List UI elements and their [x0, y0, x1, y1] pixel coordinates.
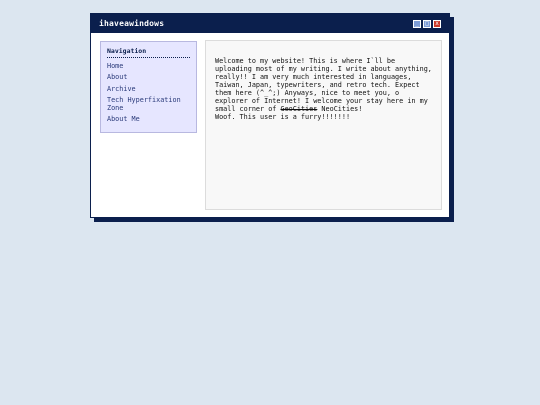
neocities-text: NeoCities!	[317, 105, 363, 113]
minimize-button[interactable]: _	[413, 19, 421, 28]
nav-link-tech-hyperfixation-zone[interactable]: Tech Hyperfixation Zone	[107, 96, 190, 112]
navigation-sidebar: Navigation Home About Archive Tech Hyper…	[100, 41, 197, 133]
window-content: Navigation Home About Archive Tech Hyper…	[91, 33, 449, 217]
navigation-heading: Navigation	[107, 47, 190, 58]
navigation-list: Home About Archive Tech Hyperfixation Zo…	[107, 62, 190, 123]
main-content-panel: Welcome to my website! This is where I`l…	[205, 40, 442, 210]
furry-line: Woof. This user is a furry!!!!!!!	[215, 113, 351, 121]
website-window: ihaveawindows _ □ x Navigation Home Abou…	[90, 13, 450, 218]
strikethrough-geocities: GeoCities	[280, 105, 318, 113]
window-controls: _ □ x	[413, 19, 441, 28]
intro-paragraph: Welcome to my website! This is where I`l…	[215, 57, 433, 113]
nav-link-about-me[interactable]: About Me	[107, 115, 190, 123]
window-title: ihaveawindows	[99, 19, 165, 28]
maximize-button[interactable]: □	[423, 19, 431, 28]
nav-link-home[interactable]: Home	[107, 62, 190, 70]
close-button[interactable]: x	[433, 19, 441, 28]
window-titlebar[interactable]: ihaveawindows _ □ x	[91, 14, 449, 33]
nav-link-archive[interactable]: Archive	[107, 85, 190, 93]
nav-link-about[interactable]: About	[107, 73, 190, 81]
